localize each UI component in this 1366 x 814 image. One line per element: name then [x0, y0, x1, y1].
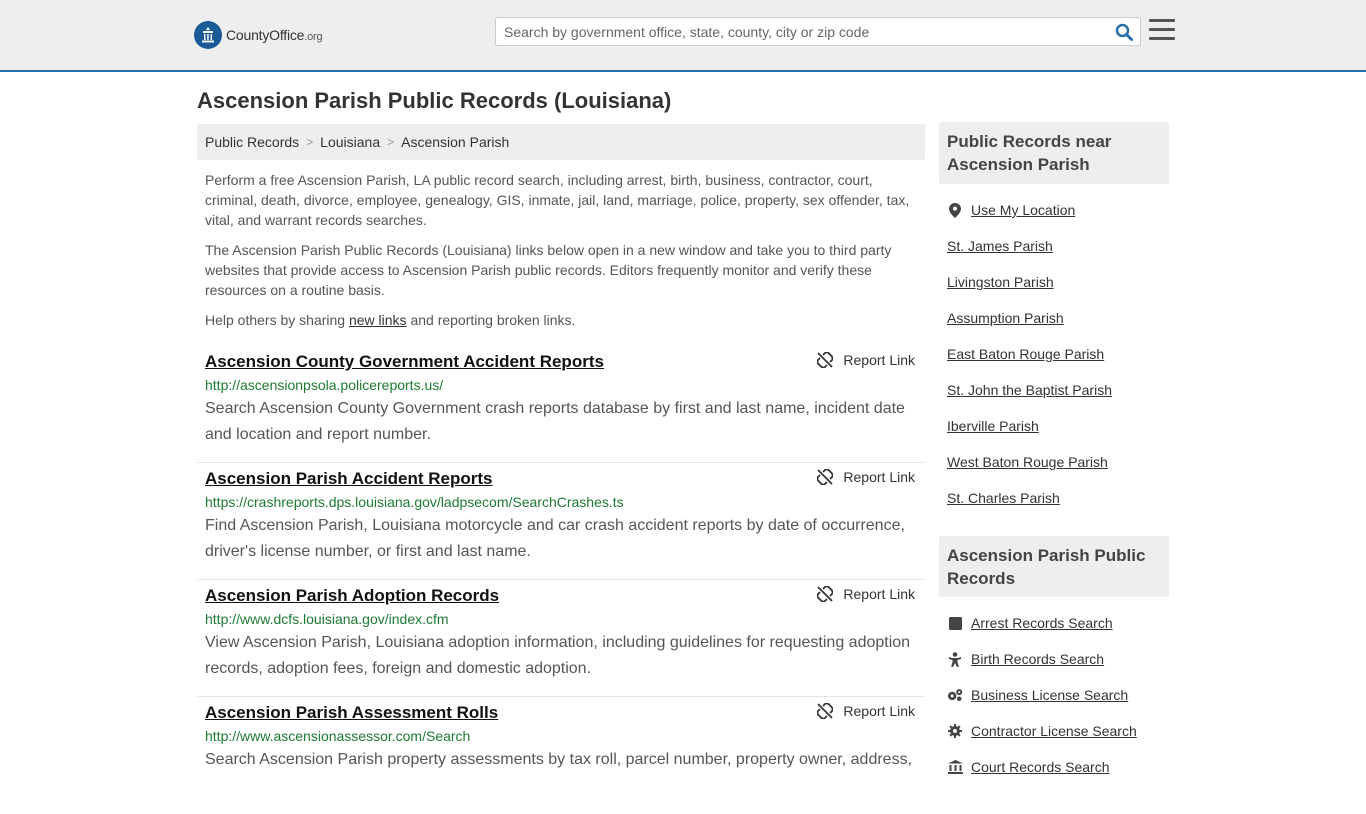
intro-help-text-end: and reporting broken links. [406, 312, 576, 328]
search-input[interactable] [496, 18, 1106, 45]
sidebar-item-label[interactable]: Court Records Search [971, 759, 1110, 775]
sidebar-item-label[interactable]: Arrest Records Search [971, 615, 1113, 631]
sidebar-item-label[interactable]: Livingston Parish [947, 274, 1054, 290]
record-description: Find Ascension Parish, Louisiana motorcy… [205, 517, 905, 560]
search-icon [1115, 23, 1133, 41]
location-pin-icon [947, 202, 963, 218]
record-description: Search Ascension Parish property assessm… [205, 751, 913, 768]
sidebar-item-contractor-license[interactable]: Contractor License Search [947, 713, 1177, 749]
new-links-link[interactable]: new links [349, 312, 407, 328]
broken-link-icon [817, 586, 834, 602]
sidebar-item-label[interactable]: Business License Search [971, 687, 1128, 703]
record-url: http://ascensionpsola.policereports.us/ [205, 377, 444, 393]
sidebar-item-birth-records[interactable]: Birth Records Search [947, 641, 1177, 677]
report-link-button[interactable]: Report Link [817, 352, 915, 368]
sidebar-item-label[interactable]: Iberville Parish [947, 418, 1039, 434]
broken-link-icon [817, 703, 834, 719]
gear-icon [947, 724, 963, 738]
record-url: https://crashreports.dps.louisiana.gov/l… [205, 494, 624, 510]
sidebar-item-east-baton-rouge-parish[interactable]: East Baton Rouge Parish [947, 336, 1177, 372]
sidebar-item-label[interactable]: West Baton Rouge Parish [947, 454, 1108, 470]
sidebar-item-label[interactable]: St. James Parish [947, 238, 1053, 254]
site-header: CountyOffice.org [0, 0, 1366, 72]
breadcrumb-separator-icon: > [387, 135, 395, 149]
sidebar-item-west-baton-rouge-parish[interactable]: West Baton Rouge Parish [947, 444, 1177, 480]
sidebar-item-st-james-parish[interactable]: St. James Parish [947, 228, 1177, 264]
page-title: Ascension Parish Public Records (Louisia… [197, 88, 672, 113]
logo-org-text: .org [304, 31, 323, 43]
report-link-button[interactable]: Report Link [817, 469, 915, 485]
sidebar-item-label[interactable]: Contractor License Search [971, 723, 1137, 739]
sidebar-item-iberville-parish[interactable]: Iberville Parish [947, 408, 1177, 444]
record-item: Ascension Parish Accident Reports Report… [197, 463, 925, 580]
intro-paragraph-3: Help others by sharing new links and rep… [205, 310, 917, 330]
intro-paragraph-2: The Ascension Parish Public Records (Lou… [205, 242, 892, 298]
breadcrumb: Public Records > Louisiana > Ascension P… [197, 124, 925, 160]
record-description: View Ascension Parish, Louisiana adoptio… [205, 634, 911, 677]
site-logo[interactable]: CountyOffice.org [194, 20, 323, 50]
record-url: http://www.dcfs.louisiana.gov/index.cfm [205, 611, 449, 627]
sidebar-near-list: Use My Location St. James Parish Livings… [947, 192, 1177, 516]
report-link-button[interactable]: Report Link [817, 703, 915, 719]
record-title-link[interactable]: Ascension Parish Accident Reports [205, 469, 493, 489]
report-link-label: Report Link [843, 352, 915, 368]
broken-link-icon [817, 352, 834, 368]
report-link-label: Report Link [843, 586, 915, 602]
sidebar-item-business-license[interactable]: Business License Search [947, 677, 1177, 713]
search-button[interactable] [1114, 22, 1134, 42]
logo-main-text: CountyOffice [226, 27, 305, 43]
intro-paragraph-1: Perform a free Ascension Parish, LA publ… [205, 172, 910, 228]
hamburger-menu-icon[interactable] [1149, 19, 1175, 43]
sidebar-item-st-charles-parish[interactable]: St. Charles Parish [947, 480, 1177, 516]
breadcrumb-current: Ascension Parish [401, 134, 510, 150]
breadcrumb-separator-icon: > [306, 135, 314, 149]
sidebar-records-list: Arrest Records Search Birth Records Sear… [947, 605, 1177, 785]
sidebar-item-label[interactable]: Birth Records Search [971, 651, 1104, 667]
report-link-label: Report Link [843, 469, 915, 485]
intro-help-text: Help others by sharing [205, 312, 349, 328]
record-title-link[interactable]: Ascension Parish Adoption Records [205, 586, 499, 606]
breadcrumb-louisiana[interactable]: Louisiana [320, 134, 380, 150]
record-description: Search Ascension County Government crash… [205, 400, 905, 443]
sidebar-item-label[interactable]: Assumption Parish [947, 310, 1064, 326]
sidebar-item-livingston-parish[interactable]: Livingston Parish [947, 264, 1177, 300]
sidebar-item-arrest-records[interactable]: Arrest Records Search [947, 605, 1177, 641]
report-link-label: Report Link [843, 703, 915, 719]
sidebar-item-label[interactable]: East Baton Rouge Parish [947, 346, 1104, 362]
sidebar-item-assumption-parish[interactable]: Assumption Parish [947, 300, 1177, 336]
record-title-link[interactable]: Ascension County Government Accident Rep… [205, 352, 604, 372]
report-link-button[interactable]: Report Link [817, 586, 915, 602]
search-box [495, 17, 1141, 46]
sidebar-item-court-records[interactable]: Court Records Search [947, 749, 1177, 785]
record-item: Ascension Parish Assessment Rolls Report… [197, 697, 925, 814]
sidebar-item-use-my-location[interactable]: Use My Location [947, 192, 1177, 228]
courthouse-icon [947, 760, 963, 774]
square-icon [947, 616, 963, 630]
baby-icon [947, 651, 963, 667]
logo-text: CountyOffice.org [226, 27, 323, 43]
sidebar-near-heading: Public Records near Ascension Parish [939, 122, 1169, 184]
sidebar-item-st-john-the-baptist-parish[interactable]: St. John the Baptist Parish [947, 372, 1177, 408]
capitol-logo-icon [194, 21, 222, 49]
cogs-icon [947, 688, 963, 702]
broken-link-icon [817, 469, 834, 485]
record-title-link[interactable]: Ascension Parish Assessment Rolls [205, 703, 498, 723]
sidebar-item-label[interactable]: Use My Location [971, 202, 1075, 218]
sidebar-item-label[interactable]: St. Charles Parish [947, 490, 1060, 506]
record-url: http://www.ascensionassessor.com/Search [205, 728, 471, 744]
breadcrumb-public-records[interactable]: Public Records [205, 134, 299, 150]
record-item: Ascension Parish Adoption Records Report… [197, 580, 925, 697]
sidebar-records-heading: Ascension Parish Public Records [939, 536, 1169, 597]
record-item: Ascension County Government Accident Rep… [197, 346, 925, 463]
record-list: Ascension County Government Accident Rep… [197, 346, 925, 814]
sidebar-item-label[interactable]: St. John the Baptist Parish [947, 382, 1112, 398]
